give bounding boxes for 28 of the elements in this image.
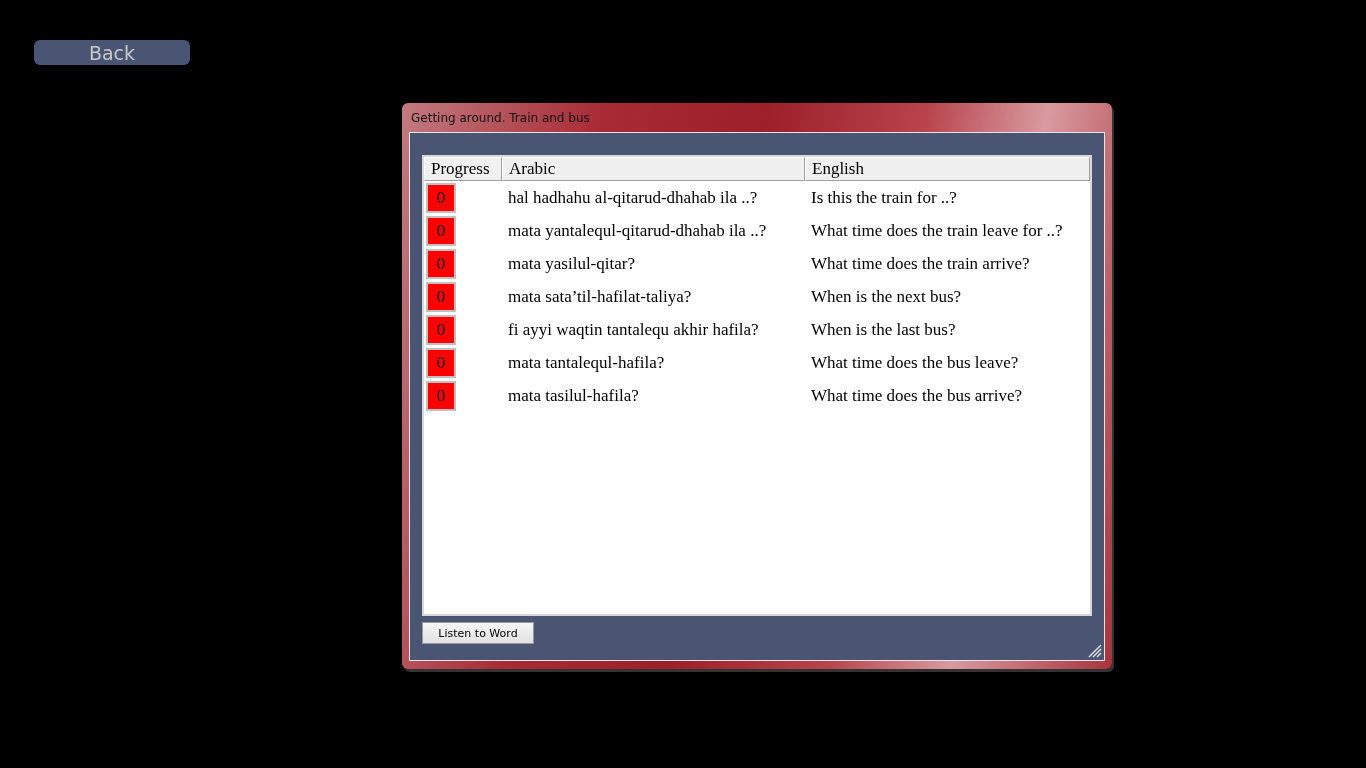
window-title: Getting around. Train and bus	[410, 109, 591, 127]
progress-indicator: 0	[426, 314, 456, 345]
table-cell-text: hal hadhahu al-qitarud-dhahab ila ..?	[507, 187, 759, 208]
progress-indicator: 0	[426, 248, 456, 279]
table-cell-text: mata yantalequl-qitarud-dhahab ila ..?	[507, 220, 768, 241]
table-cell-text: When is the next bus?	[810, 286, 963, 307]
table-cell-text: mata sata’til-hafilat-taliya?	[507, 286, 693, 307]
progress-indicator: 0	[426, 347, 456, 378]
table-cell-text: When is the last bus?	[810, 319, 957, 340]
table-cell-text: What time does the bus leave?	[810, 352, 1020, 373]
table-cell-text: What time does the train arrive?	[810, 253, 1031, 274]
table-cell-text: fi ayyi waqtin tantalequ akhir hafila?	[507, 319, 760, 340]
back-button[interactable]: Back	[34, 40, 190, 65]
table-cell-text: What time does the bus arrive?	[810, 385, 1023, 406]
table-cell-text: Is this the train for ..?	[810, 187, 958, 208]
resize-grip-icon[interactable]	[1088, 644, 1102, 658]
table-cell-text: mata yasilul-qitar?	[507, 253, 636, 274]
column-header[interactable]: Arabic	[502, 157, 805, 181]
listen-button[interactable]: Listen to Word	[422, 622, 534, 644]
column-header[interactable]: English	[805, 157, 1090, 181]
progress-indicator: 0	[426, 380, 456, 411]
table-cell-text: mata tasilul-hafila?	[507, 385, 640, 406]
progress-indicator: 0	[426, 215, 456, 246]
column-header[interactable]: Progress	[424, 157, 502, 181]
table-cell-text: What time does the train leave for ..?	[810, 220, 1064, 241]
progress-indicator: 0	[426, 182, 456, 213]
progress-indicator: 0	[426, 281, 456, 312]
table-cell-text: mata tantalequl-hafila?	[507, 352, 666, 373]
